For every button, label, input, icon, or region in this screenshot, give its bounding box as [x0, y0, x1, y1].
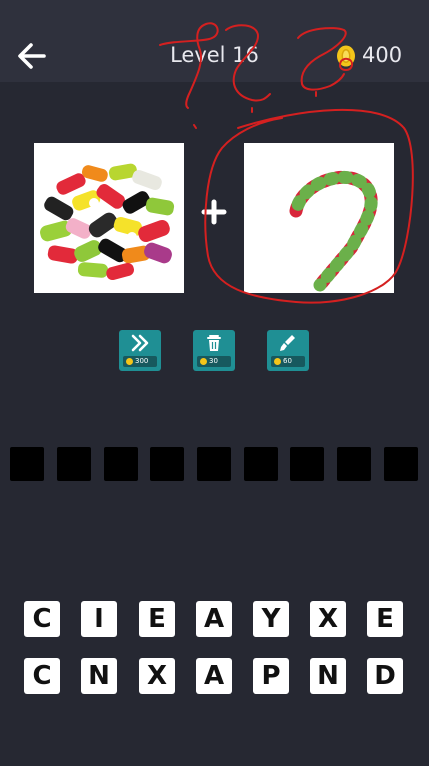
reveal-letter-hint-cost-value: 60 [283, 357, 292, 365]
letter-key[interactable]: X [310, 601, 346, 637]
reveal-letter-hint-cost: 60 [271, 356, 305, 367]
coin-icon [126, 358, 133, 365]
letter-key[interactable]: C [24, 658, 60, 694]
clue-image-candies [34, 143, 184, 293]
answer-slot[interactable] [10, 447, 44, 481]
hand-drawn-annotation [159, 22, 414, 304]
answer-slot[interactable] [104, 447, 138, 481]
remove-letters-hint-cost: 30 [197, 356, 231, 367]
letter-key[interactable]: Y [253, 601, 289, 637]
trash-icon [207, 335, 221, 351]
coin-icon [200, 358, 207, 365]
candy-cane-illustration [244, 143, 394, 293]
coin-count: 400 [362, 43, 403, 67]
candies-illustration [34, 143, 184, 293]
letter-key[interactable]: E [139, 601, 175, 637]
answer-slot[interactable] [290, 447, 324, 481]
reveal-letter-hint-button[interactable]: 60 [267, 330, 309, 371]
letter-key[interactable]: A [196, 658, 232, 694]
brush-icon [280, 335, 295, 351]
top-bar [0, 0, 429, 82]
remove-letters-hint-button[interactable]: 30 [193, 330, 235, 371]
letter-key[interactable]: D [367, 658, 403, 694]
letter-key[interactable]: E [367, 601, 403, 637]
skip-hint-cost: 300 [123, 356, 157, 367]
letter-key[interactable]: C [24, 601, 60, 637]
answer-slot[interactable] [57, 447, 91, 481]
answer-slot[interactable] [197, 447, 231, 481]
answer-slot[interactable] [150, 447, 184, 481]
remove-letters-hint-cost-value: 30 [209, 357, 218, 365]
skip-hint-cost-value: 300 [135, 357, 149, 365]
skip-hint-button[interactable]: 300 [119, 330, 161, 371]
letter-key[interactable]: A [196, 601, 232, 637]
letter-key[interactable]: I [81, 601, 117, 637]
letter-key[interactable]: P [253, 658, 289, 694]
coin-icon [337, 45, 355, 67]
answer-slot[interactable] [337, 447, 371, 481]
plus-icon [201, 199, 227, 225]
answer-slot[interactable] [244, 447, 278, 481]
letter-key[interactable]: N [81, 658, 117, 694]
letter-key[interactable]: N [310, 658, 346, 694]
skip-icon [131, 334, 149, 352]
coin-icon [274, 358, 281, 365]
answer-slot[interactable] [384, 447, 418, 481]
clue-image-candy-cane [244, 143, 394, 293]
letter-key[interactable]: X [139, 658, 175, 694]
